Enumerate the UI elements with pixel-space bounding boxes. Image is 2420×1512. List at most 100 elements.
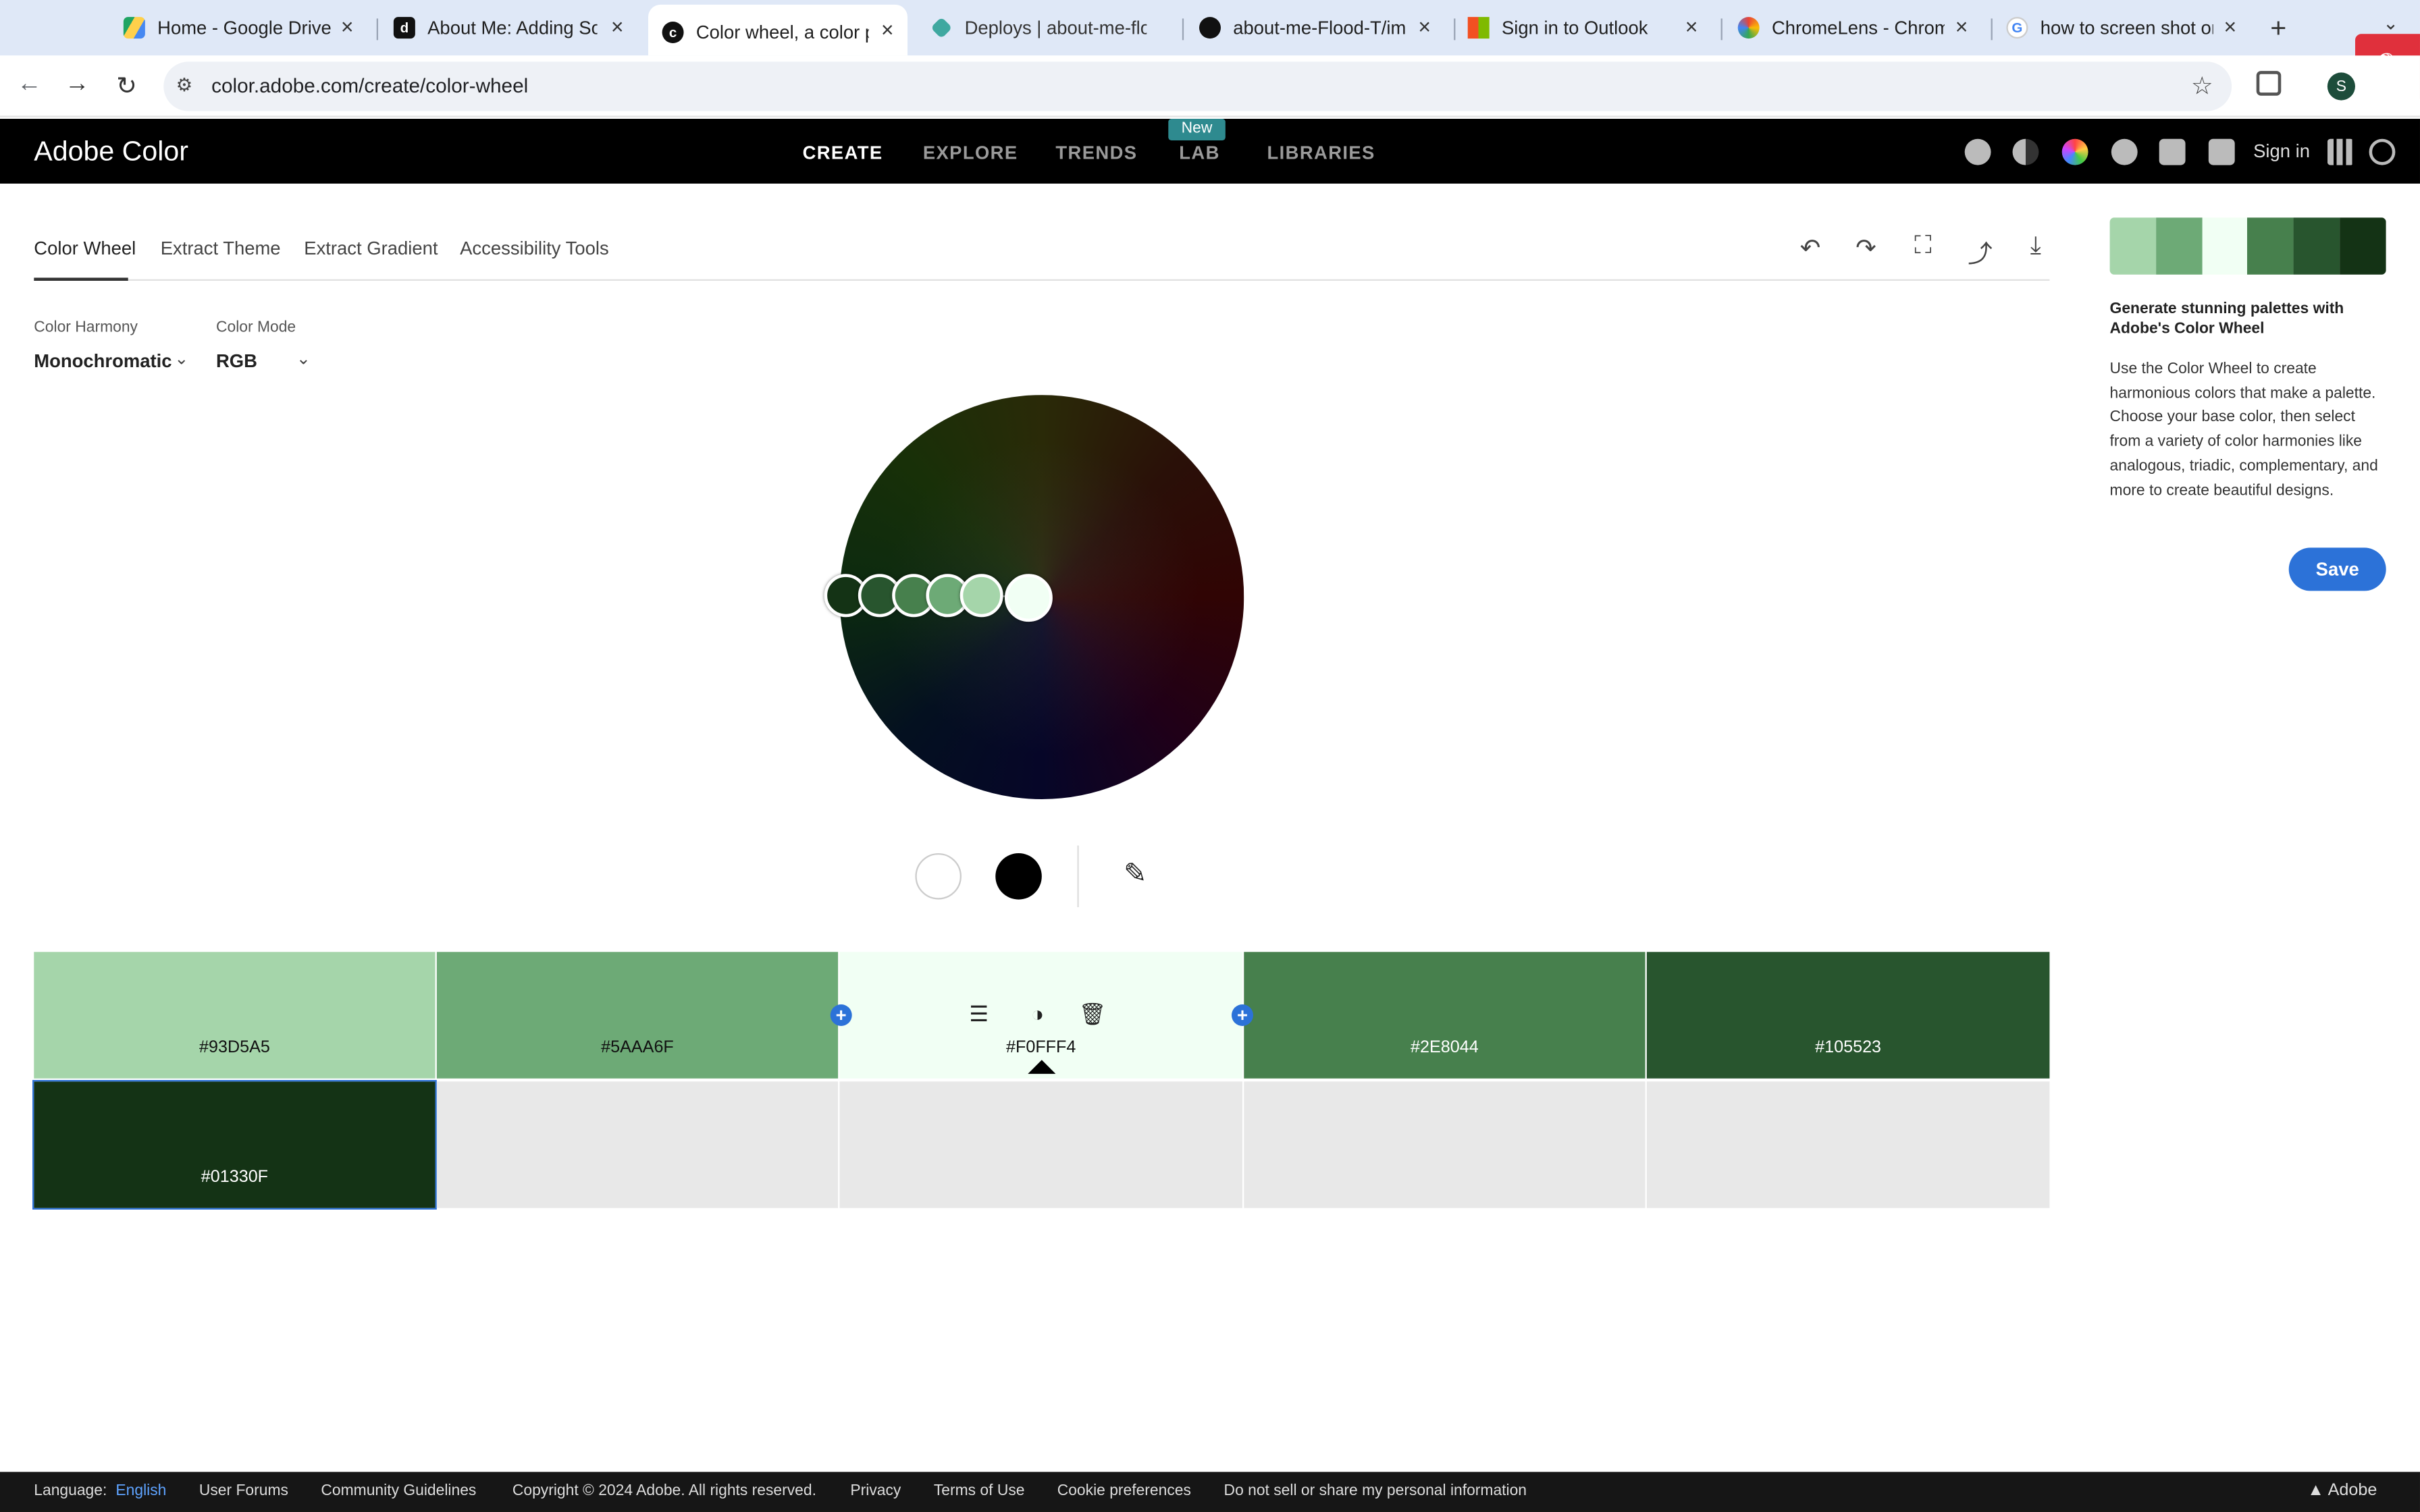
color-wheel-icon[interactable] [2061, 138, 2088, 165]
creative-cloud-icon[interactable] [2369, 138, 2396, 165]
browser-tab[interactable]: G how to screen shot on × [2006, 7, 2240, 47]
wheel-handle[interactable] [959, 574, 1003, 618]
swatch-hex[interactable]: #01330F [201, 1168, 268, 1186]
nav-create[interactable]: CREATE [803, 142, 883, 163]
preview-swatch [2294, 217, 2340, 275]
redo-icon[interactable]: ↷ [1851, 233, 1882, 264]
new-badge: New [1168, 118, 1226, 140]
trends-star-icon[interactable] [1964, 138, 1991, 165]
tab-color-wheel[interactable]: Color Wheel [34, 238, 136, 259]
close-tab-icon[interactable]: × [606, 16, 628, 37]
footer-link-user-forums[interactable]: User Forums [199, 1483, 288, 1500]
adobe-logo-text: Adobe [2327, 1481, 2377, 1500]
nav-lab[interactable]: LAB [1179, 142, 1219, 163]
browser-tab[interactable]: about-me-Flood-T/ima × [1199, 7, 1436, 47]
color-mode-label: Color Mode [215, 319, 296, 337]
empty-swatch[interactable] [436, 1081, 839, 1208]
nav-trends[interactable]: TRENDS [1055, 142, 1137, 163]
palette-swatch[interactable]: #01330F [32, 1079, 437, 1210]
swatch-hex[interactable]: #105523 [1815, 1038, 1881, 1056]
save-button[interactable]: Save [2288, 547, 2386, 591]
palette-swatch[interactable]: #5AAA6F [436, 952, 839, 1079]
footer-link-terms[interactable]: Terms of Use [934, 1483, 1025, 1500]
browser-tab[interactable]: ChromeLens - Chrome × [1737, 7, 1972, 47]
extensions-icon[interactable] [2256, 71, 2282, 96]
forward-icon[interactable]: → [61, 71, 93, 99]
tab-search-chevron-icon[interactable]: ⌄ [2383, 12, 2398, 34]
close-tab-icon[interactable]: × [876, 18, 898, 40]
sign-in-link[interactable]: Sign in [2253, 140, 2310, 162]
black-swatch-button[interactable] [995, 853, 1042, 900]
browser-tab[interactable]: Deploys | about-me-flo [930, 7, 1163, 47]
adobe-logo[interactable]: ▲ Adobe [2307, 1481, 2377, 1499]
panel-title: Generate stunning palettes with Adobe's … [2109, 300, 2344, 338]
close-tab-icon[interactable]: × [336, 16, 358, 37]
apps-grid-icon[interactable] [2327, 138, 2354, 165]
chat-icon[interactable] [2208, 138, 2235, 165]
tab-separator [1182, 18, 1184, 40]
bookmark-star-icon[interactable]: ☆ [2191, 71, 2213, 102]
close-tab-icon[interactable]: × [1414, 16, 1436, 37]
back-icon[interactable]: ← [14, 71, 45, 99]
github-icon [1199, 17, 1221, 39]
browser-tab[interactable]: Sign in to Outlook × [1467, 7, 1702, 47]
nav-libraries[interactable]: LIBRARIES [1267, 142, 1375, 163]
add-color-right-icon[interactable]: + [1231, 1004, 1253, 1026]
tab-accessibility-tools[interactable]: Accessibility Tools [460, 238, 609, 259]
feedback-icon[interactable] [2159, 138, 2186, 165]
chevron-down-icon[interactable]: ⌄ [174, 349, 188, 369]
url-text[interactable]: color.adobe.com/create/color-wheel [211, 74, 528, 97]
adjust-sliders-icon[interactable]: ☰ [969, 1001, 989, 1027]
brand-logo[interactable]: Adobe Color [34, 136, 188, 168]
delete-icon[interactable]: 🗑 [1079, 1001, 1107, 1027]
tab-title: About Me: Adding Som [427, 17, 597, 39]
add-color-left-icon[interactable]: + [830, 1004, 852, 1026]
tab-title: Sign in to Outlook [1501, 17, 1648, 39]
white-swatch-button[interactable] [915, 853, 962, 900]
tab-extract-gradient[interactable]: Extract Gradient [304, 238, 438, 259]
contrast-icon[interactable] [2012, 138, 2039, 165]
help-icon[interactable] [2111, 138, 2138, 165]
download-icon[interactable]: ⤓ [2020, 233, 2051, 261]
color-mode-select[interactable]: RGB [216, 350, 257, 372]
undo-icon[interactable]: ↶ [1795, 233, 1826, 264]
footer-link-do-not-sell[interactable]: Do not sell or share my personal informa… [1224, 1483, 1527, 1500]
footer-link-privacy[interactable]: Privacy [850, 1483, 901, 1500]
close-tab-icon[interactable]: × [1951, 16, 1972, 37]
swatch-hex[interactable]: #93D5A5 [199, 1038, 270, 1056]
browser-tab[interactable]: Home - Google Drive × [123, 7, 358, 47]
swatch-hex[interactable]: #F0FFF4 [1006, 1038, 1076, 1056]
chevron-down-icon[interactable]: ⌄ [296, 349, 311, 369]
contrast-toggle-icon[interactable]: ◑ [1031, 1001, 1044, 1026]
browser-tab-active[interactable]: c Color wheel, a color pa × [648, 4, 908, 56]
browser-tab[interactable]: d About Me: Adding Som × [393, 7, 628, 47]
footer-link-community-guidelines[interactable]: Community Guidelines [321, 1483, 476, 1500]
tab-extract-theme[interactable]: Extract Theme [161, 238, 281, 259]
empty-swatch[interactable] [1646, 1081, 2050, 1208]
language-select[interactable]: English [115, 1483, 166, 1500]
harmony-label: Color Harmony [34, 319, 138, 337]
empty-swatch[interactable] [839, 1081, 1242, 1208]
footer-link-cookies[interactable]: Cookie preferences [1057, 1483, 1191, 1500]
profile-avatar[interactable]: S [2327, 72, 2355, 101]
close-tab-icon[interactable]: × [1681, 16, 1702, 37]
close-tab-icon[interactable]: × [2219, 16, 2241, 37]
harmony-select[interactable]: Monochromatic [34, 350, 172, 372]
wheel-handle-base[interactable] [1004, 574, 1053, 622]
new-tab-icon[interactable]: + [2270, 12, 2286, 45]
copyright-text: Copyright © 2024 Adobe. All rights reser… [512, 1482, 816, 1500]
palette-swatch[interactable]: #93D5A5 [34, 952, 436, 1079]
empty-swatch[interactable] [1244, 1081, 1646, 1208]
swatch-hex[interactable]: #5AAA6F [601, 1038, 674, 1056]
palette-swatch[interactable]: #2E8044 [1244, 952, 1646, 1079]
fullscreen-icon[interactable]: ⛶ [1908, 233, 1939, 261]
google-icon: G [2006, 17, 2028, 39]
palette-swatch[interactable]: #105523 [1646, 952, 2050, 1079]
swatch-hex[interactable]: #2E8044 [1411, 1038, 1479, 1056]
site-settings-icon[interactable]: ⚙ [176, 74, 193, 96]
share-icon[interactable]: ⤴ [1965, 233, 1996, 270]
reload-icon[interactable]: ↻ [111, 71, 142, 102]
address-bar[interactable]: ⚙ color.adobe.com/create/color-wheel ☆ [163, 61, 2232, 111]
nav-explore[interactable]: EXPLORE [923, 142, 1018, 163]
eyedropper-icon[interactable]: ✎ [1124, 858, 1147, 890]
